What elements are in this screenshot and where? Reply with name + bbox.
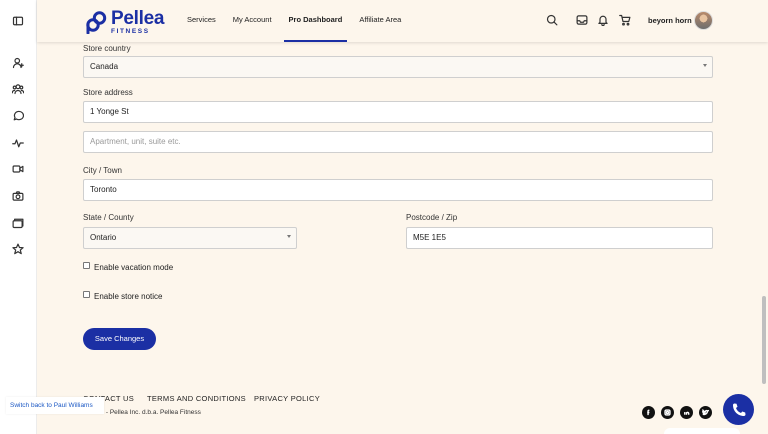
city-input[interactable]: Toronto: [83, 179, 713, 201]
nav-pro-dashboard[interactable]: Pro Dashboard: [283, 0, 348, 42]
nav-affiliate-area[interactable]: Affiliate Area: [359, 0, 401, 42]
linkedin-icon[interactable]: [680, 406, 693, 419]
cart-icon[interactable]: [618, 13, 632, 27]
state-value: Ontario: [90, 233, 117, 242]
activity-icon[interactable]: [10, 135, 26, 151]
state-label: State / County: [83, 213, 134, 222]
twitter-icon[interactable]: [699, 406, 712, 419]
vacation-mode-checkbox[interactable]: [83, 262, 90, 269]
top-header: Pellea FITNESS Services My Account Pro D…: [37, 0, 768, 42]
main-nav: Services My Account Pro Dashboard Affili…: [187, 0, 418, 42]
save-changes-button[interactable]: Save Changes: [83, 328, 156, 350]
chat-widget-tab[interactable]: [664, 428, 740, 434]
instagram-icon[interactable]: [661, 406, 674, 419]
sidebar-toggle-icon[interactable]: [10, 13, 26, 29]
pellea-logo[interactable]: Pellea FITNESS: [85, 9, 164, 36]
vacation-mode-label[interactable]: Enable vacation mode: [94, 263, 173, 272]
star-icon[interactable]: [10, 241, 26, 257]
switch-back-link[interactable]: Switch back to Paul Williams: [6, 397, 104, 414]
footer-privacy-link[interactable]: PRIVACY POLICY: [254, 394, 320, 403]
logo-name: Pellea: [111, 8, 165, 29]
city-label: City / Town: [83, 166, 122, 175]
user-name[interactable]: beyorn horn: [648, 16, 692, 25]
chevron-down-icon: [287, 235, 291, 238]
left-sidebar: [0, 0, 37, 434]
bell-icon[interactable]: [596, 13, 610, 27]
avatar[interactable]: [694, 11, 713, 30]
store-notice-checkbox[interactable]: [83, 291, 90, 298]
users-icon[interactable]: [10, 81, 26, 97]
store-address-input[interactable]: 1 Yonge St: [83, 101, 713, 123]
phone-call-button[interactable]: [723, 394, 754, 425]
postcode-label: Postcode / Zip: [406, 213, 458, 222]
camera-icon[interactable]: [10, 188, 26, 204]
logo-subtitle: FITNESS: [111, 28, 150, 35]
logo-mark-icon: [86, 11, 107, 35]
store-country-value: Canada: [90, 62, 119, 71]
user-add-icon[interactable]: [10, 55, 26, 71]
facebook-icon[interactable]: [642, 406, 655, 419]
chat-icon[interactable]: [10, 108, 26, 124]
store-notice-label[interactable]: Enable store notice: [94, 292, 163, 301]
chevron-down-icon: [703, 64, 707, 67]
nav-my-account[interactable]: My Account: [233, 0, 272, 42]
inbox-icon[interactable]: [575, 13, 589, 27]
folders-icon[interactable]: [10, 215, 26, 231]
store-address-label: Store address: [83, 88, 133, 97]
store-country-select[interactable]: Canada: [83, 56, 713, 78]
scrollbar-thumb[interactable]: [762, 296, 766, 384]
nav-services[interactable]: Services: [187, 0, 216, 42]
store-address-line2-input[interactable]: Apartment, unit, suite etc.: [83, 131, 713, 153]
footer-terms-link[interactable]: TERMS AND CONDITIONS: [147, 394, 246, 403]
state-select[interactable]: Ontario: [83, 227, 297, 249]
store-country-label: Store country: [83, 44, 131, 53]
phone-icon: [732, 403, 745, 416]
video-icon[interactable]: [10, 161, 26, 177]
postcode-input[interactable]: M5E 1E5: [406, 227, 713, 249]
search-icon[interactable]: [545, 13, 559, 27]
